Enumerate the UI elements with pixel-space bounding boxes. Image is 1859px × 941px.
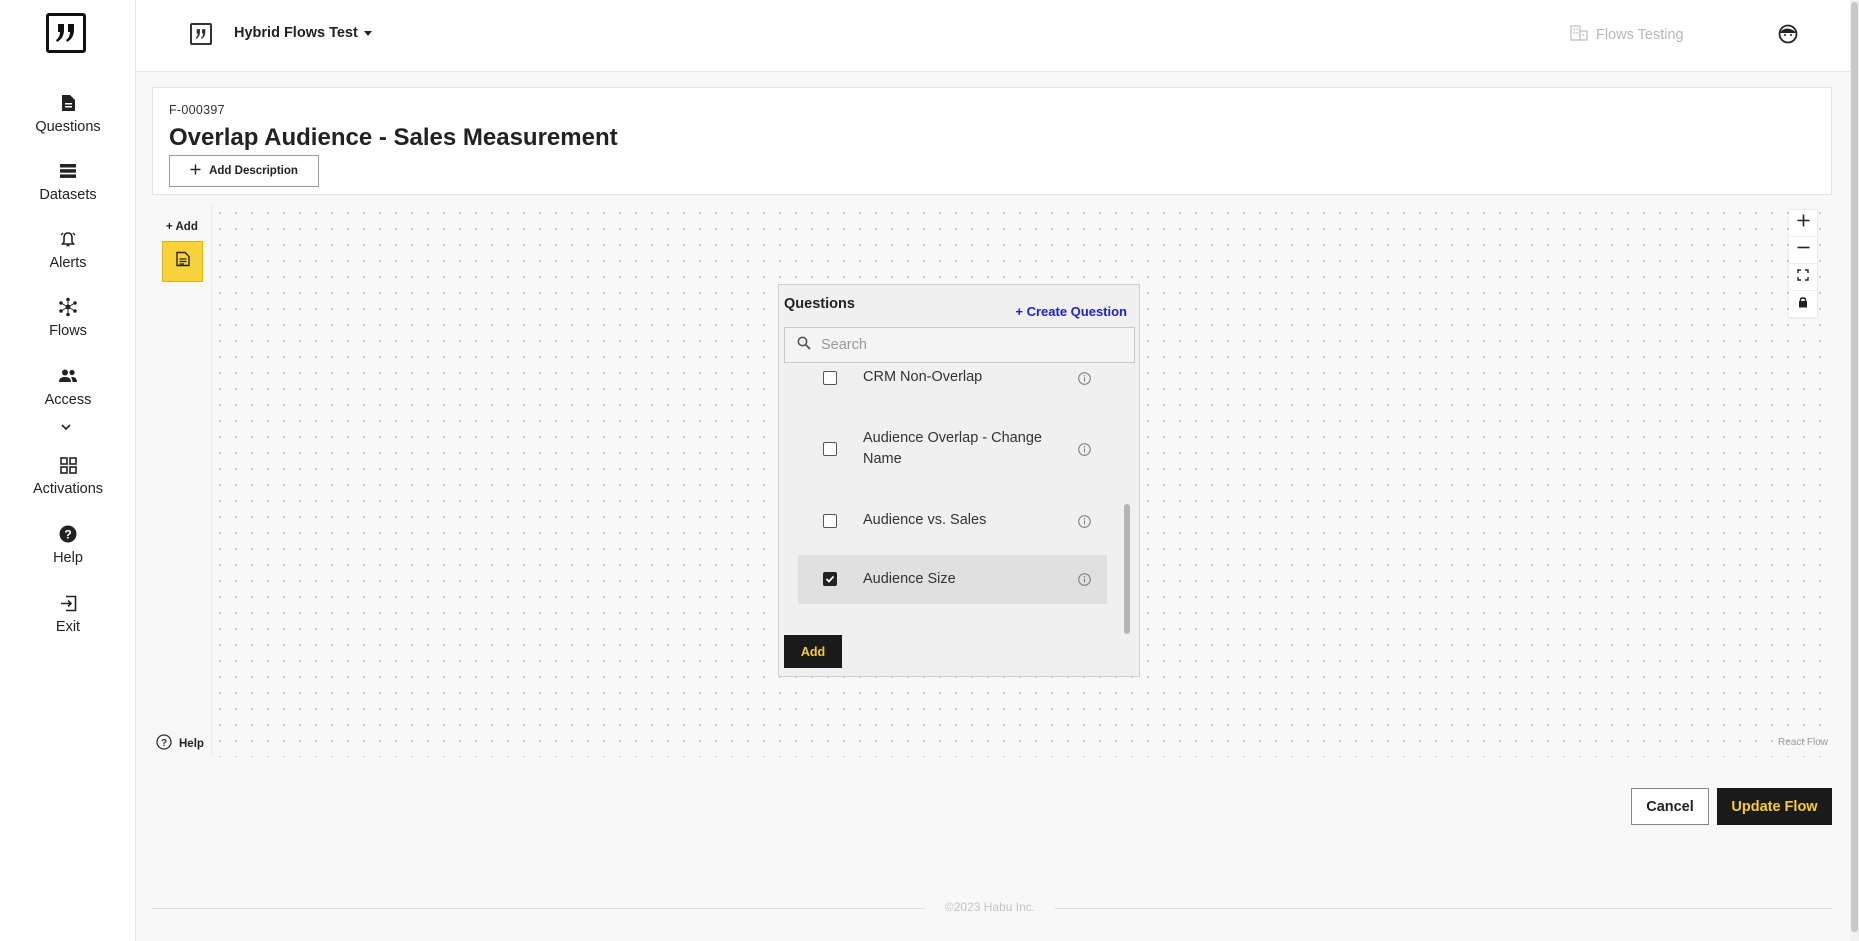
fullscreen-icon: [1797, 268, 1809, 286]
sidebar-item-activations[interactable]: Activations: [0, 454, 136, 497]
info-icon[interactable]: [1078, 515, 1091, 528]
minus-icon: [1797, 241, 1810, 259]
create-question-link[interactable]: + Create Question: [1015, 304, 1127, 319]
flow-id: F-000397: [169, 103, 225, 117]
sidebar-item-help[interactable]: ? Help: [0, 523, 136, 566]
checkbox[interactable]: [823, 371, 837, 385]
exit-icon: [57, 592, 79, 614]
help-circle-icon: ?: [156, 734, 172, 753]
react-flow-attribution[interactable]: React Flow: [1778, 737, 1828, 748]
zoom-in-button[interactable]: [1789, 210, 1817, 237]
add-description-button[interactable]: Add Description: [169, 155, 319, 187]
question-label: Audience vs. Sales: [863, 512, 987, 528]
zoom-controls: [1789, 210, 1817, 318]
org-logo-icon: [190, 23, 212, 45]
add-button[interactable]: Add: [784, 635, 842, 668]
canvas-help-link[interactable]: ? Help: [156, 734, 204, 753]
checkbox[interactable]: [823, 442, 837, 456]
page-title: Overlap Audience - Sales Measurement: [169, 124, 618, 151]
building-icon: [1570, 25, 1588, 45]
sidebar: Questions Datasets Alerts Flows Access A…: [0, 0, 136, 941]
checkbox[interactable]: [823, 514, 837, 528]
workspace-label[interactable]: Flows Testing: [1570, 25, 1684, 45]
info-icon[interactable]: [1078, 443, 1091, 456]
questions-scrollbar[interactable]: [1124, 504, 1130, 634]
question-node-button[interactable]: [162, 241, 203, 282]
search-input[interactable]: [821, 337, 1111, 353]
grid-icon: [57, 454, 79, 476]
sidebar-item-label: Help: [53, 550, 83, 566]
document-icon: [57, 92, 79, 114]
fit-view-button[interactable]: [1789, 264, 1817, 291]
help-icon: ?: [57, 523, 79, 545]
org-selector[interactable]: Hybrid Flows Test: [234, 25, 372, 41]
list-item[interactable]: Audience Overlap - Change Name: [798, 426, 1107, 472]
search-box: [784, 327, 1135, 363]
sidebar-item-label: Activations: [32, 481, 104, 497]
cancel-button[interactable]: Cancel: [1631, 788, 1709, 825]
node-palette: [152, 205, 212, 757]
top-header: Hybrid Flows Test Flows Testing: [136, 0, 1850, 72]
sidebar-item-exit[interactable]: Exit: [0, 592, 136, 635]
svg-text:?: ?: [161, 738, 167, 749]
list-item-selected[interactable]: Audience Size: [798, 555, 1107, 604]
add-description-label: Add Description: [209, 165, 298, 177]
update-flow-button[interactable]: Update Flow: [1717, 788, 1832, 825]
questions-panel: Questions + Create Question CRM Non-Over…: [778, 284, 1140, 677]
lock-button[interactable]: [1789, 291, 1817, 318]
database-icon: [57, 160, 79, 182]
sidebar-item-flows[interactable]: Flows: [0, 296, 136, 339]
habu-logo[interactable]: [46, 13, 86, 53]
sidebar-item-label: Access: [44, 392, 92, 408]
help-label: Help: [179, 737, 204, 750]
add-node-link[interactable]: + Add: [166, 221, 198, 233]
checkbox-checked[interactable]: [823, 572, 837, 586]
question-label: Audience Size: [863, 571, 956, 587]
sidebar-item-label: Questions: [35, 119, 101, 135]
checkmark-icon: [825, 575, 835, 583]
question-node-icon: [175, 251, 191, 272]
lock-icon: [1798, 295, 1808, 313]
page-scrollbar[interactable]: [1850, 0, 1859, 941]
svg-text:?: ?: [64, 528, 71, 542]
questions-panel-title: Questions: [784, 296, 855, 312]
org-name: Hybrid Flows Test: [234, 25, 358, 41]
logo-mark-icon: [56, 24, 74, 42]
list-item[interactable]: Audience vs. Sales: [798, 509, 1107, 533]
plus-icon: [1797, 214, 1810, 232]
caret-down-icon: [363, 30, 372, 36]
sidebar-item-questions[interactable]: Questions: [0, 92, 136, 135]
list-item[interactable]: CRM Non-Overlap: [798, 366, 1107, 390]
info-icon[interactable]: [1078, 372, 1091, 385]
sidebar-item-access[interactable]: Access: [0, 365, 136, 408]
info-icon[interactable]: [1078, 573, 1091, 586]
plus-icon: [190, 164, 201, 178]
chevron-down-icon[interactable]: [58, 419, 74, 435]
search-icon: [797, 336, 811, 355]
sidebar-item-alerts[interactable]: Alerts: [0, 228, 136, 271]
bell-icon: [57, 228, 79, 250]
flow-info-card: F-000397 Overlap Audience - Sales Measur…: [152, 87, 1832, 195]
sidebar-item-label: Flows: [49, 323, 87, 339]
sidebar-item-label: Alerts: [49, 255, 87, 271]
sidebar-item-datasets[interactable]: Datasets: [0, 160, 136, 203]
sidebar-item-label: Datasets: [39, 187, 97, 203]
network-icon: [57, 296, 79, 318]
questions-list: CRM Non-Overlap Audience Overlap - Chang…: [784, 366, 1135, 620]
user-avatar-icon[interactable]: [1778, 24, 1798, 44]
page-scrollbar-thumb[interactable]: [1851, 2, 1858, 932]
copyright: ©2023 Habu Inc.: [925, 900, 1055, 914]
sidebar-item-label: Exit: [55, 619, 81, 635]
workspace-name: Flows Testing: [1596, 27, 1684, 43]
question-label: CRM Non-Overlap: [863, 369, 983, 385]
zoom-out-button[interactable]: [1789, 237, 1817, 264]
question-label: Audience Overlap - Change Name: [863, 430, 1042, 467]
people-icon: [57, 365, 79, 387]
